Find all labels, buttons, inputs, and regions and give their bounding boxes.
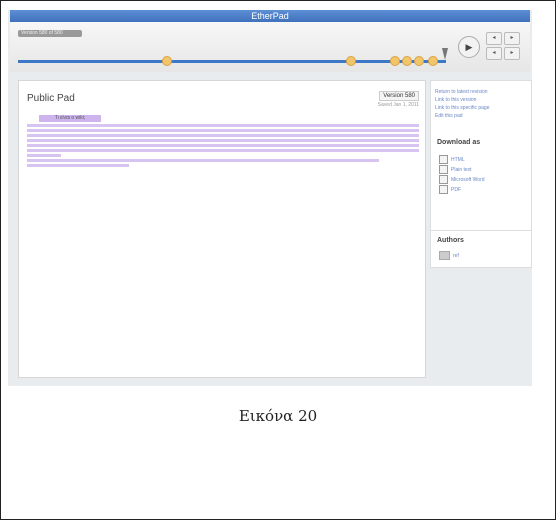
edit-pad-link[interactable]: Edit this pad (435, 113, 463, 119)
saved-revision-star[interactable] (428, 56, 438, 66)
authors-title: Authors (437, 237, 464, 244)
text-line (27, 134, 419, 137)
text-line (27, 154, 61, 157)
pad-title: Public Pad (27, 93, 75, 104)
etherpad-screenshot: EtherPad Version 580 of 580 ▶ ◂ ▸ ◂ ▸ Pu… (8, 10, 532, 386)
step-forward-button[interactable]: ▸ (504, 32, 520, 45)
author-item: ref (439, 251, 459, 260)
text-line (27, 159, 379, 162)
pad-heading: Τι είναι ο wiki; (39, 115, 101, 122)
text-line (27, 149, 419, 152)
download-title: Download as (437, 139, 481, 146)
word-file-icon (439, 175, 448, 184)
version-badge: Version 580 (379, 91, 419, 101)
export-word[interactable]: Microsoft Word (439, 175, 485, 184)
app-title: EtherPad (251, 11, 289, 21)
link-page-link[interactable]: Link to this specific page (435, 105, 489, 111)
text-line (27, 129, 419, 132)
text-file-icon (439, 165, 448, 174)
saved-revision-star[interactable] (346, 56, 356, 66)
version-label: Version 580 of 580 (18, 30, 82, 37)
step-back-button[interactable]: ◂ (486, 32, 502, 45)
saved-revision-star[interactable] (390, 56, 400, 66)
author-color-icon (439, 251, 450, 260)
text-line (27, 139, 419, 142)
export-text[interactable]: Plain text (439, 165, 472, 174)
app-title-bar: EtherPad (10, 10, 530, 22)
return-latest-link[interactable]: Return to latest revision (435, 89, 488, 95)
text-line (27, 164, 129, 167)
export-html[interactable]: HTML (439, 155, 465, 164)
sidebar: Return to latest revision Link to this v… (430, 80, 532, 376)
export-panel: Return to latest revision Link to this v… (430, 80, 532, 236)
play-button[interactable]: ▶ (458, 36, 480, 58)
link-version-link[interactable]: Link to this version (435, 97, 476, 103)
authors-panel: Authors ref (430, 230, 532, 268)
html-file-icon (439, 155, 448, 164)
pdf-file-icon (439, 185, 448, 194)
figure-caption: Εικόνα 20 (238, 407, 318, 425)
text-line (27, 124, 419, 127)
pad-editor[interactable]: Public Pad Version 580 Saved Jan 1, 2011… (18, 80, 426, 378)
saved-revision-star[interactable] (162, 56, 172, 66)
timeslider-handle[interactable] (442, 48, 448, 60)
step-forward-button[interactable]: ▸ (504, 47, 520, 60)
timeslider-track[interactable] (18, 60, 446, 63)
export-pdf[interactable]: PDF (439, 185, 461, 194)
timeslider-bar: Version 580 of 580 ▶ ◂ ▸ ◂ ▸ (10, 22, 530, 72)
saved-revision-star[interactable] (414, 56, 424, 66)
saved-revision-star[interactable] (402, 56, 412, 66)
step-back-button[interactable]: ◂ (486, 47, 502, 60)
text-line (27, 144, 419, 147)
saved-timestamp: Saved Jan 1, 2011 (377, 102, 419, 108)
